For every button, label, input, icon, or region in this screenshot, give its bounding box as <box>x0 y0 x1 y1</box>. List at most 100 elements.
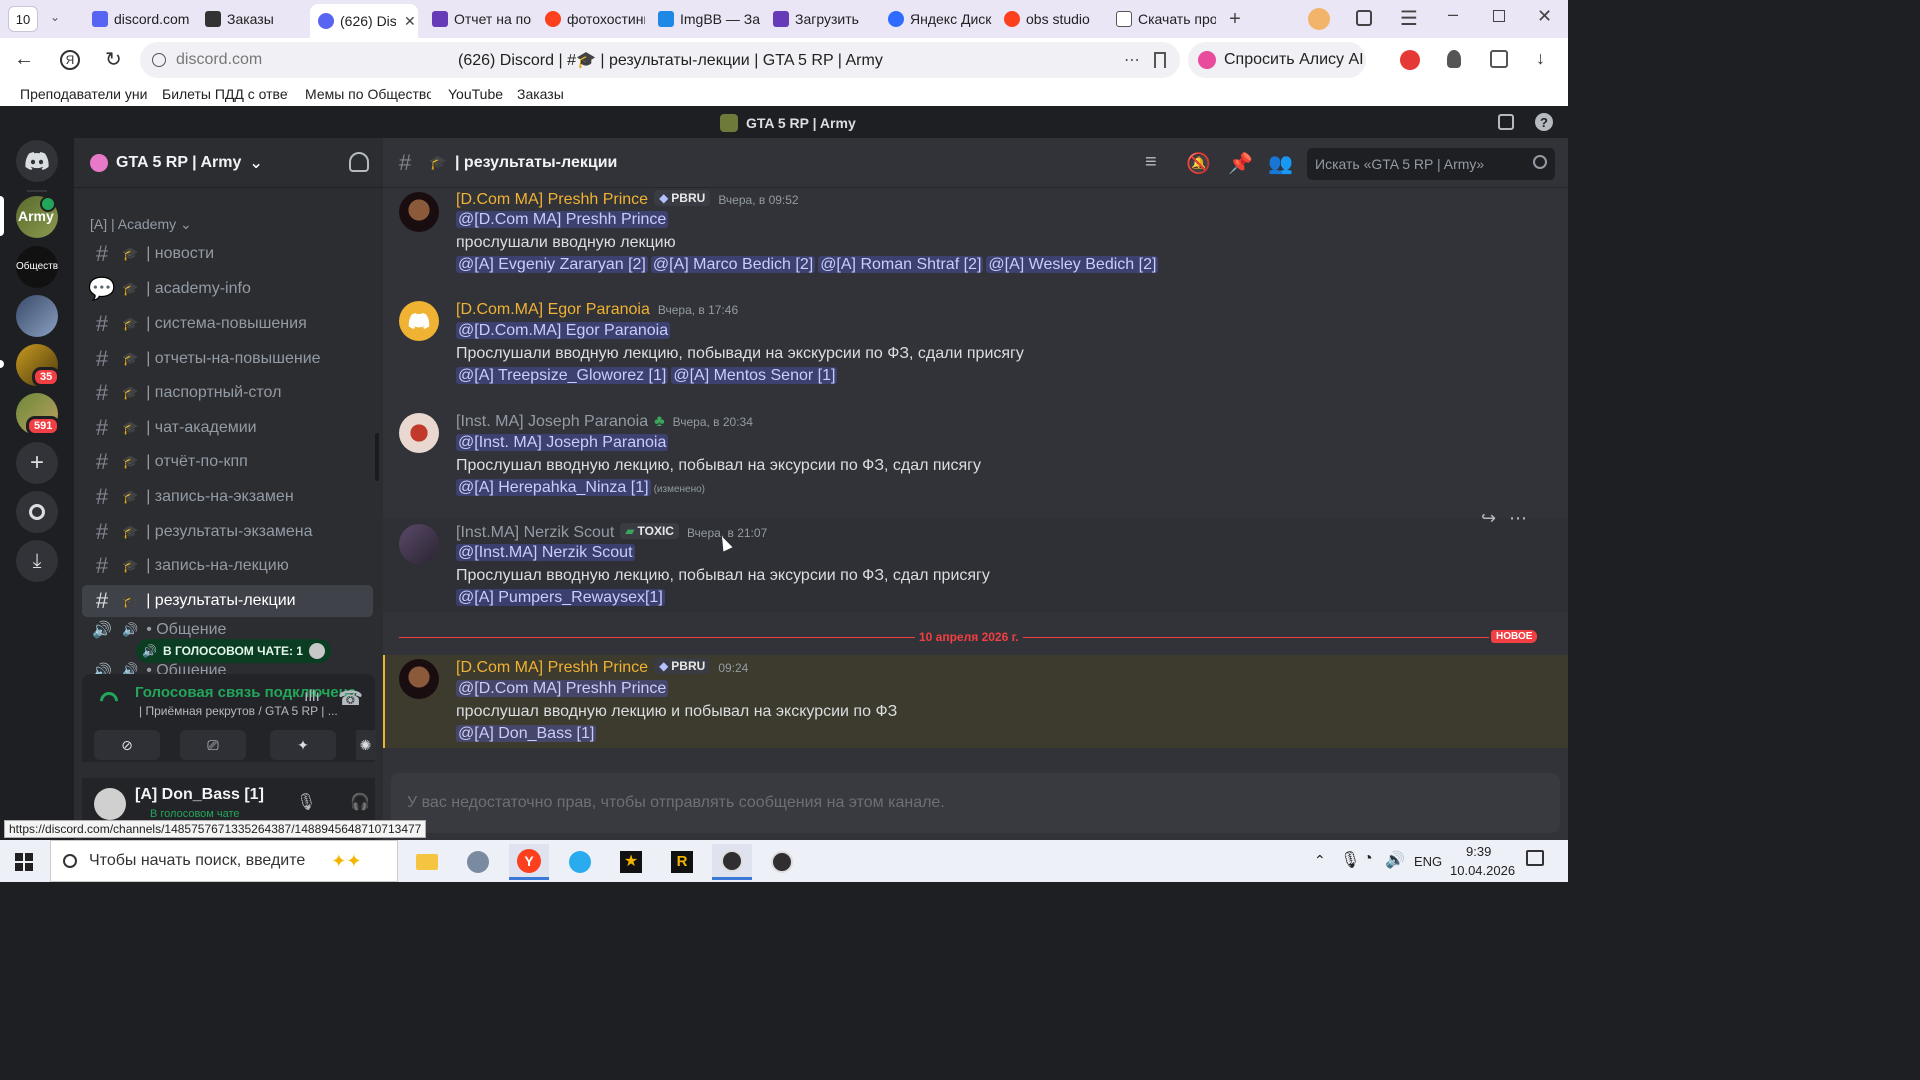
message-hovered[interactable]: [Inst.MA] Nerzik Scout ▰ TOXIC Вчера, в 21:… <box>383 508 1568 612</box>
browser-tab[interactable]: Яндекс Диск <box>880 5 992 33</box>
avatar[interactable] <box>399 524 439 564</box>
message[interactable]: [D.Com MA] Preshh Prince ◆ PBRU Вчера, в 09… <box>383 188 1568 288</box>
channel-item[interactable]: # 🎓 | чат-академии <box>82 412 373 444</box>
download-apps-button[interactable]: ⤓ <box>16 540 58 582</box>
channel-category[interactable]: [A] | Academy ⌄ <box>90 216 192 233</box>
disconnect-icon[interactable]: ☎ <box>338 686 363 711</box>
mention[interactable]: @[A] Marco Bedich [2] <box>650 256 816 273</box>
explore-servers-button[interactable] <box>16 491 58 533</box>
start-button[interactable] <box>4 844 44 880</box>
back-icon[interactable]: ← <box>14 48 34 71</box>
voice-chat-badge[interactable]: 🔊 В ГОЛОСОВОМ ЧАТЕ: 1 <box>136 639 331 663</box>
language-indicator[interactable]: ENG <box>1414 854 1442 869</box>
browser-tab-active[interactable]: (626) Discord ✕ <box>310 4 418 38</box>
avatar[interactable] <box>399 301 439 341</box>
activities-button[interactable]: ✦ <box>270 730 336 760</box>
channel-item[interactable]: 💬 🎓 | academy-info <box>82 273 373 305</box>
soundboard-button[interactable]: ✺ <box>356 730 375 760</box>
clock-time[interactable]: 9:39 <box>1466 844 1491 859</box>
close-window-icon[interactable]: ✕ <box>1537 6 1552 27</box>
server-header[interactable]: GTA 5 RP | Army ⌄ <box>74 138 383 188</box>
reload-icon[interactable]: ↻ <box>105 47 122 72</box>
bookmark-item[interactable]: YouTube <box>448 86 503 102</box>
browser-tab[interactable]: фотохостинг <box>537 5 645 33</box>
add-server-button[interactable]: + <box>16 442 58 484</box>
camera-button[interactable]: ⊘ <box>94 730 160 760</box>
forward-icon[interactable]: ↪ <box>1481 508 1496 529</box>
microphone-icon[interactable]: 🎙 <box>296 792 316 812</box>
mention[interactable]: @[Inst.MA] Nerzik Scout <box>456 544 635 561</box>
guild-obschestvo[interactable]: Обществознание <box>16 246 58 288</box>
noise-suppression-icon[interactable]: ıllı <box>304 688 320 706</box>
collections-icon[interactable] <box>1356 10 1372 26</box>
extensions-puzzle-icon[interactable] <box>1490 50 1508 68</box>
bookmark-item[interactable]: Билеты ПДД с ответами <box>162 86 288 102</box>
channel-item[interactable]: # 🎓 | запись-на-экзамен <box>82 481 373 513</box>
app-icon[interactable] <box>458 844 498 880</box>
channel-item[interactable]: # 🎓 | результаты-экзамена <box>82 516 373 548</box>
extension-icon[interactable] <box>1400 50 1420 70</box>
restore-icon[interactable] <box>1493 10 1505 22</box>
message-author[interactable]: [D.Com MA] Preshh Prince <box>456 191 648 208</box>
game-launcher-icon[interactable]: ★ <box>611 844 651 880</box>
ask-alice-button[interactable]: Спросить Алису AI <box>1188 42 1366 78</box>
browser-tab[interactable]: discord.com <box>84 5 194 33</box>
message-timestamp[interactable]: Вчера, в 20:34 <box>673 415 753 429</box>
bookmark-item[interactable]: Преподаватели университета <box>20 86 148 102</box>
downloads-icon[interactable]: ↓ <box>1536 48 1545 69</box>
browser-tab[interactable]: Отчет на повышение <box>424 5 532 33</box>
username[interactable]: [A] Don_Bass [1] <box>135 786 264 804</box>
mention[interactable]: @[A] Treepsize_Gloworez [1] <box>456 367 669 384</box>
threads-icon[interactable]: ≡ <box>1145 151 1157 174</box>
mention[interactable]: @[A] Don_Bass [1] <box>456 725 597 742</box>
site-info-icon[interactable] <box>152 53 166 67</box>
browser-tab[interactable]: Заказы <box>197 5 305 33</box>
invite-people-icon[interactable] <box>349 152 369 172</box>
avatar[interactable] <box>399 192 439 232</box>
message[interactable]: [D.Com.MA] Egor Paranoia Вчера, в 17:46 @… <box>383 299 1568 399</box>
message-author[interactable]: [D.Com MA] Preshh Prince <box>456 659 648 676</box>
tab-counter[interactable]: 10 <box>8 6 38 32</box>
avatar[interactable] <box>94 788 126 820</box>
url-field[interactable]: discord.com (626) Discord | #🎓 | результ… <box>140 42 1180 78</box>
mention[interactable]: @[A] Pumpers_Rewaysex[1] <box>456 589 665 606</box>
mention[interactable]: @[A] Mentos Senor [1] <box>671 367 838 384</box>
mention[interactable]: @[A] Wesley Bedich [2] <box>986 256 1159 273</box>
voice-channel-item[interactable]: 🔊 🔊 • Общение <box>82 620 373 640</box>
message-timestamp[interactable]: 09:24 <box>718 661 748 675</box>
notification-muted-icon[interactable]: 🔕 <box>1186 151 1211 176</box>
microphone-tray-icon[interactable]: 🎙 <box>1340 850 1360 870</box>
lightbulb-icon[interactable] <box>1447 50 1461 68</box>
message-mentioned[interactable]: [D.Com MA] Preshh Prince ◆ PBRU 09:24 @[D.C… <box>383 655 1568 748</box>
minimize-icon[interactable]: – <box>1448 4 1458 25</box>
user-tag[interactable]: ▰ TOXIC <box>620 523 679 539</box>
mention[interactable]: @[D.Com.MA] Egor Paranoia <box>456 322 671 339</box>
channel-item[interactable]: # 🎓 | отчеты-на-повышение <box>82 343 373 375</box>
message-author[interactable]: [D.Com.MA] Egor Paranoia <box>456 301 650 318</box>
mention[interactable]: @[D.Com MA] Preshh Prince <box>456 680 669 697</box>
browser-tab[interactable]: Скачать программу <box>1108 5 1216 33</box>
menu-icon[interactable]: ☰ <box>1400 6 1418 31</box>
message-author[interactable]: [Inst.MA] Nerzik Scout <box>456 524 614 541</box>
channel-scrollbar[interactable] <box>375 433 379 481</box>
yandex-logo-icon[interactable]: Я <box>60 50 80 70</box>
help-icon[interactable]: ? <box>1535 113 1553 131</box>
notifications-icon[interactable] <box>1526 850 1544 866</box>
channel-item[interactable]: # 🎓 | система-повышения <box>82 308 373 340</box>
bookmark-item[interactable]: Мемы по Обществознанию <box>305 86 431 102</box>
telegram-icon[interactable] <box>560 844 600 880</box>
clock-date[interactable]: 10.04.2026 <box>1450 863 1515 878</box>
user-tag[interactable]: ◆ PBRU <box>654 190 711 206</box>
browser-tab[interactable]: ImgBB — Загрузить <box>650 5 760 33</box>
message-timestamp[interactable]: Вчера, в 17:46 <box>658 303 738 317</box>
message[interactable]: [Inst. MA] Joseph Paranoia ♣ Вчера, в 20:3… <box>383 411 1568 511</box>
network-icon[interactable]: ◔ <box>1363 850 1373 868</box>
message-timestamp[interactable]: Вчера, в 09:52 <box>718 193 798 207</box>
rage-mp-icon[interactable]: R <box>662 844 702 880</box>
volume-icon[interactable]: 🔊 <box>1385 850 1405 870</box>
user-tag[interactable]: ◆ PBRU <box>654 658 711 674</box>
voice-status[interactable]: Голосовая связь подключена <box>135 684 356 701</box>
member-list-icon[interactable]: 👥 <box>1268 151 1293 176</box>
profile-avatar[interactable] <box>1308 8 1330 30</box>
inbox-icon[interactable] <box>1498 114 1514 130</box>
